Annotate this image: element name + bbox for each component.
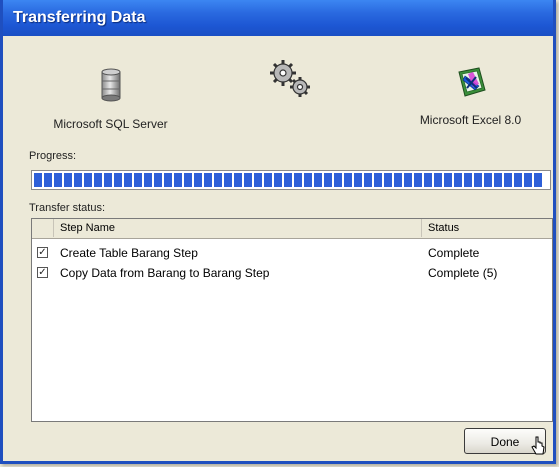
- column-header-check[interactable]: [32, 219, 54, 237]
- progress-block: [324, 173, 332, 187]
- excel-icon: [455, 67, 487, 101]
- progress-block: [534, 173, 542, 187]
- database-icon: [100, 68, 122, 105]
- list-header: Step Name Status: [32, 219, 552, 239]
- progress-block: [284, 173, 292, 187]
- transfer-status-list[interactable]: Step Name Status ✓ Create Table Barang S…: [31, 218, 553, 422]
- progress-block: [304, 173, 312, 187]
- progress-block: [104, 173, 112, 187]
- progress-block: [34, 173, 42, 187]
- progress-block: [314, 173, 322, 187]
- progress-label: Progress:: [29, 150, 77, 162]
- progress-block: [424, 173, 432, 187]
- transfer-dialog: Transferring Data Microsoft SQL Server M…: [0, 0, 556, 464]
- step-name-cell: Create Table Barang Step: [60, 246, 198, 260]
- dialog-title: Transferring Data: [3, 0, 553, 36]
- transfer-status-label: Transfer status:: [29, 202, 106, 214]
- progress-block: [214, 173, 222, 187]
- progress-block: [374, 173, 382, 187]
- source-panel: Microsoft SQL Server: [48, 68, 173, 131]
- source-label: Microsoft SQL Server: [53, 117, 168, 131]
- column-header-status[interactable]: Status: [422, 219, 552, 237]
- progress-block: [44, 173, 52, 187]
- step-name-cell: Copy Data from Barang to Barang Step: [60, 266, 270, 280]
- progress-block: [484, 173, 492, 187]
- progress-block: [344, 173, 352, 187]
- progress-block: [54, 173, 62, 187]
- progress-block: [134, 173, 142, 187]
- progress-block: [414, 173, 422, 187]
- table-row[interactable]: ✓ Create Table Barang Step Complete: [32, 243, 552, 263]
- gears-icon: [266, 60, 316, 103]
- progress-block: [254, 173, 262, 187]
- table-row[interactable]: ✓ Copy Data from Barang to Barang Step C…: [32, 263, 552, 283]
- progress-block: [164, 173, 172, 187]
- progress-block: [444, 173, 452, 187]
- progress-block: [204, 173, 212, 187]
- progress-block: [404, 173, 412, 187]
- progress-block: [524, 173, 532, 187]
- progress-block: [454, 173, 462, 187]
- progress-block: [264, 173, 272, 187]
- progress-block: [144, 173, 152, 187]
- progress-block: [294, 173, 302, 187]
- process-panel: [261, 58, 321, 103]
- progress-block: [74, 173, 82, 187]
- step-status-cell: Complete: [428, 246, 480, 260]
- progress-block: [94, 173, 102, 187]
- progress-block: [514, 173, 522, 187]
- progress-block: [354, 173, 362, 187]
- progress-block: [434, 173, 442, 187]
- progress-block: [464, 173, 472, 187]
- destination-label: Microsoft Excel 8.0: [419, 113, 522, 127]
- progress-block: [494, 173, 502, 187]
- progress-block: [124, 173, 132, 187]
- destination-panel: Microsoft Excel 8.0: [408, 66, 533, 127]
- progress-bar: [31, 170, 551, 190]
- step-status-cell: Complete (5): [428, 266, 498, 280]
- step-checkbox: ✓: [37, 247, 48, 258]
- progress-block: [84, 173, 92, 187]
- column-header-step-name[interactable]: Step Name: [54, 219, 422, 237]
- progress-block: [394, 173, 402, 187]
- progress-block: [184, 173, 192, 187]
- progress-block: [174, 173, 182, 187]
- step-checkbox: ✓: [37, 267, 48, 278]
- progress-block: [504, 173, 512, 187]
- progress-block: [334, 173, 342, 187]
- progress-block: [114, 173, 122, 187]
- progress-block: [274, 173, 282, 187]
- progress-block: [244, 173, 252, 187]
- progress-block: [234, 173, 242, 187]
- progress-block: [474, 173, 482, 187]
- progress-block: [154, 173, 162, 187]
- progress-block: [224, 173, 232, 187]
- progress-block: [384, 173, 392, 187]
- mouse-cursor-icon: [531, 436, 547, 461]
- progress-block: [364, 173, 372, 187]
- progress-block: [64, 173, 72, 187]
- progress-block: [194, 173, 202, 187]
